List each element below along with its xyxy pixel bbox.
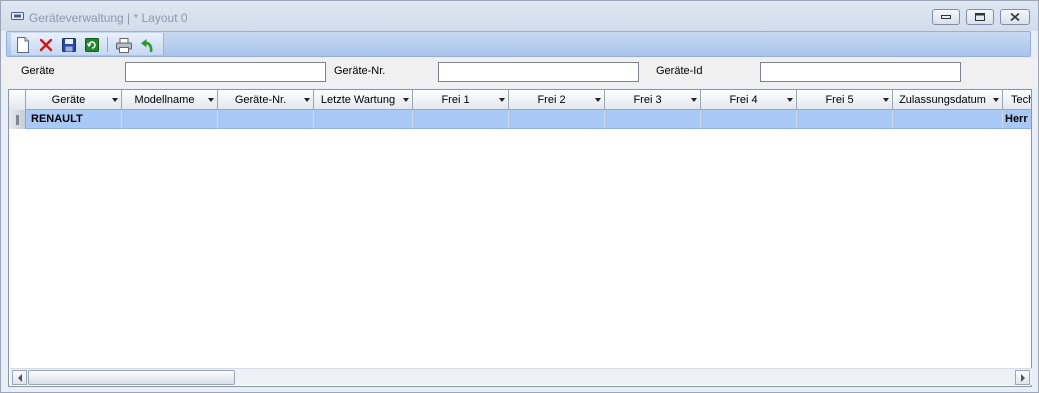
cell-frei-2[interactable] xyxy=(509,110,605,129)
column-header-geraete-nr[interactable]: Geräte-Nr. xyxy=(218,90,314,110)
dropdown-arrow-icon[interactable] xyxy=(993,98,999,102)
geraete-label: Geräte xyxy=(21,65,55,77)
geraete-id-label: Geräte-Id xyxy=(656,65,703,77)
app-window: Geräteverwaltung | * Layout 0 Geräte Ger… xyxy=(0,0,1039,393)
dropdown-arrow-icon[interactable] xyxy=(883,98,889,102)
close-icon xyxy=(1010,13,1020,21)
cell-geraete[interactable]: RENAULT xyxy=(26,110,122,129)
cell-geraete-nr[interactable] xyxy=(218,110,314,129)
new-button[interactable] xyxy=(14,36,32,54)
column-header-letzte-wartung[interactable]: Letzte Wartung xyxy=(314,90,413,110)
column-header-frei-4[interactable]: Frei 4 xyxy=(701,90,797,110)
column-header-tech[interactable]: Tech xyxy=(1003,90,1031,110)
cell-zulassungsdatum[interactable] xyxy=(893,110,1003,129)
cell-tech[interactable]: Herr xyxy=(1003,110,1031,129)
dropdown-arrow-icon[interactable] xyxy=(787,98,793,102)
scrollbar-thumb[interactable] xyxy=(28,370,235,385)
refresh-icon xyxy=(85,38,99,52)
grid-header: Geräte Modellname Geräte-Nr. Letzte Wart… xyxy=(9,90,1031,110)
dropdown-arrow-icon[interactable] xyxy=(595,98,601,102)
row-indicator-header xyxy=(9,90,26,110)
column-header-frei-2[interactable]: Frei 2 xyxy=(509,90,605,110)
devices-grid: Geräte Modellname Geräte-Nr. Letzte Wart… xyxy=(8,89,1032,387)
geraete-nr-label: Geräte-Nr. xyxy=(334,65,386,77)
floppy-disk-icon xyxy=(62,38,76,52)
row-selector-icon xyxy=(15,114,19,125)
cell-frei-5[interactable] xyxy=(797,110,893,129)
row-indicator[interactable] xyxy=(9,110,26,129)
cell-modellname[interactable] xyxy=(122,110,218,129)
cell-frei-4[interactable] xyxy=(701,110,797,129)
cell-frei-3[interactable] xyxy=(605,110,701,129)
table-row[interactable]: RENAULT Herr xyxy=(9,110,1031,129)
print-button[interactable] xyxy=(115,36,133,54)
column-header-frei-1[interactable]: Frei 1 xyxy=(413,90,509,110)
toolbar-separator xyxy=(107,37,108,52)
dropdown-arrow-icon[interactable] xyxy=(208,98,214,102)
window-title: Geräteverwaltung | * Layout 0 xyxy=(29,11,188,25)
delete-button[interactable] xyxy=(37,36,55,54)
cell-letzte-wartung[interactable] xyxy=(314,110,413,129)
scroll-left-icon xyxy=(17,373,22,382)
scroll-right-button[interactable] xyxy=(1015,370,1030,385)
column-header-frei-5[interactable]: Frei 5 xyxy=(797,90,893,110)
title-bar: Geräteverwaltung | * Layout 0 xyxy=(1,1,1038,31)
geraete-input[interactable] xyxy=(125,62,326,82)
refresh-button[interactable] xyxy=(83,36,101,54)
minimize-icon xyxy=(941,15,951,19)
app-icon xyxy=(11,12,24,20)
dropdown-arrow-icon[interactable] xyxy=(403,98,409,102)
delete-x-icon xyxy=(39,38,53,52)
minimize-button[interactable] xyxy=(932,9,960,25)
column-header-geraete[interactable]: Geräte xyxy=(26,90,122,110)
dropdown-arrow-icon[interactable] xyxy=(499,98,505,102)
dropdown-arrow-icon[interactable] xyxy=(304,98,310,102)
column-header-zulassungsdatum[interactable]: Zulassungsdatum xyxy=(893,90,1003,110)
save-button[interactable] xyxy=(60,36,78,54)
dropdown-arrow-icon[interactable] xyxy=(112,98,118,102)
scroll-left-button[interactable] xyxy=(12,370,27,385)
undo-arrow-icon xyxy=(141,38,153,52)
toolbar xyxy=(6,31,1031,57)
geraete-nr-input[interactable] xyxy=(438,62,639,82)
printer-icon xyxy=(116,37,132,53)
geraete-id-input[interactable] xyxy=(760,62,961,82)
filter-panel: Geräte Geräte-Nr. Geräte-Id xyxy=(1,58,1038,88)
horizontal-scrollbar[interactable] xyxy=(10,368,1032,385)
toolbar-button-group xyxy=(11,33,164,55)
column-header-frei-3[interactable]: Frei 3 xyxy=(605,90,701,110)
cell-frei-1[interactable] xyxy=(413,110,509,129)
column-header-modellname[interactable]: Modellname xyxy=(122,90,218,110)
maximize-button[interactable] xyxy=(966,9,994,25)
dropdown-arrow-icon[interactable] xyxy=(691,98,697,102)
new-document-icon xyxy=(17,37,29,53)
close-button[interactable] xyxy=(1000,9,1030,25)
undo-button[interactable] xyxy=(138,36,156,54)
maximize-icon xyxy=(975,13,985,21)
scroll-right-icon xyxy=(1020,373,1025,382)
